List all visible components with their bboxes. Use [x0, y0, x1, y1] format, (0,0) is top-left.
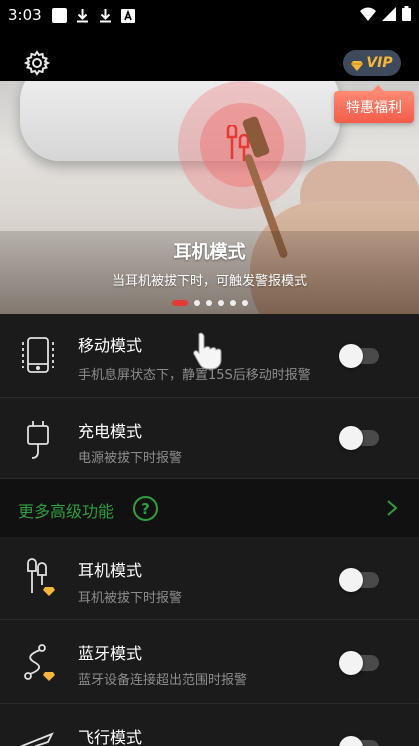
carousel-dot[interactable] — [205, 300, 212, 306]
mode-desc: 耳机被拔下时报警 — [78, 591, 183, 606]
banner-title: 耳机模式 — [173, 242, 246, 263]
vip-button[interactable]: VIP — [343, 50, 401, 76]
mode-title: 飞行模式 — [78, 728, 143, 746]
toggle-knob — [339, 426, 363, 450]
bluetooth-range-vip-icon — [18, 642, 58, 686]
top-bar: VIP — [0, 30, 419, 81]
more-features-bar[interactable]: 更多高级功能 ? — [0, 479, 419, 537]
mode-title: 充电模式 — [78, 422, 143, 441]
more-features-label: 更多高级功能 — [18, 502, 115, 521]
mode-toggle[interactable] — [339, 651, 379, 675]
mode-toggle[interactable] — [339, 426, 379, 450]
carousel-dot[interactable] — [217, 300, 224, 306]
wifi-icon — [360, 6, 376, 25]
toggle-knob — [339, 344, 363, 368]
status-bar: 3:03 — [0, 0, 419, 30]
download-icon — [75, 8, 90, 23]
mode-title: 耳机模式 — [78, 561, 143, 580]
charger-plug-icon — [18, 418, 58, 462]
font-a-icon — [120, 8, 136, 23]
mode-row-airplane[interactable]: 飞行模式 — [0, 704, 419, 746]
mode-desc: 蓝牙设备连接超出范围时报警 — [78, 673, 248, 688]
airplane-icon — [18, 726, 58, 746]
signal-icon — [382, 6, 396, 25]
carousel-dots — [0, 300, 419, 306]
pointer-hand-icon — [193, 332, 223, 370]
toggle-knob — [339, 568, 363, 592]
chevron-right-icon — [385, 499, 399, 517]
banner-subtitle: 当耳机被拔下时，可触发警报模式 — [111, 274, 307, 289]
status-time: 3:03 — [8, 6, 42, 24]
screen: 3:03 VIP 耳机模式 当耳机被拔下时，可触发警报模式 特惠福利 移动模式 … — [0, 0, 419, 746]
battery-icon — [402, 5, 411, 25]
mode-row-earphone[interactable]: 耳机模式 耳机被拔下时报警 — [0, 537, 419, 620]
mode-title: 蓝牙模式 — [78, 644, 143, 663]
carousel-dot[interactable] — [229, 300, 236, 306]
settings-gear-icon[interactable] — [23, 50, 51, 76]
mode-title: 移动模式 — [78, 336, 143, 355]
promo-badge[interactable]: 特惠福利 — [334, 85, 414, 123]
toggle-knob — [339, 736, 363, 746]
mode-desc: 电源被拔下时报警 — [78, 451, 183, 466]
help-question-icon[interactable]: ? — [133, 496, 158, 521]
toggle-knob — [339, 651, 363, 675]
earphone-vip-icon — [18, 557, 58, 601]
carousel-dot[interactable] — [171, 300, 188, 306]
phone-vibrate-icon — [18, 334, 58, 378]
mode-toggle[interactable] — [339, 344, 379, 368]
status-right — [360, 5, 411, 25]
download-icon — [98, 8, 113, 23]
diamond-icon — [351, 57, 364, 71]
mode-toggle[interactable] — [339, 568, 379, 592]
mode-toggle[interactable] — [339, 736, 379, 746]
mode-row-bluetooth[interactable]: 蓝牙模式 蓝牙设备连接超出范围时报警 — [0, 620, 419, 704]
notification-square-icon — [51, 7, 67, 23]
carousel-dot[interactable] — [193, 300, 200, 306]
vip-label: VIP — [366, 55, 393, 71]
carousel-dot[interactable] — [241, 300, 248, 306]
mode-row-charge[interactable]: 充电模式 电源被拔下时报警 — [0, 398, 419, 479]
